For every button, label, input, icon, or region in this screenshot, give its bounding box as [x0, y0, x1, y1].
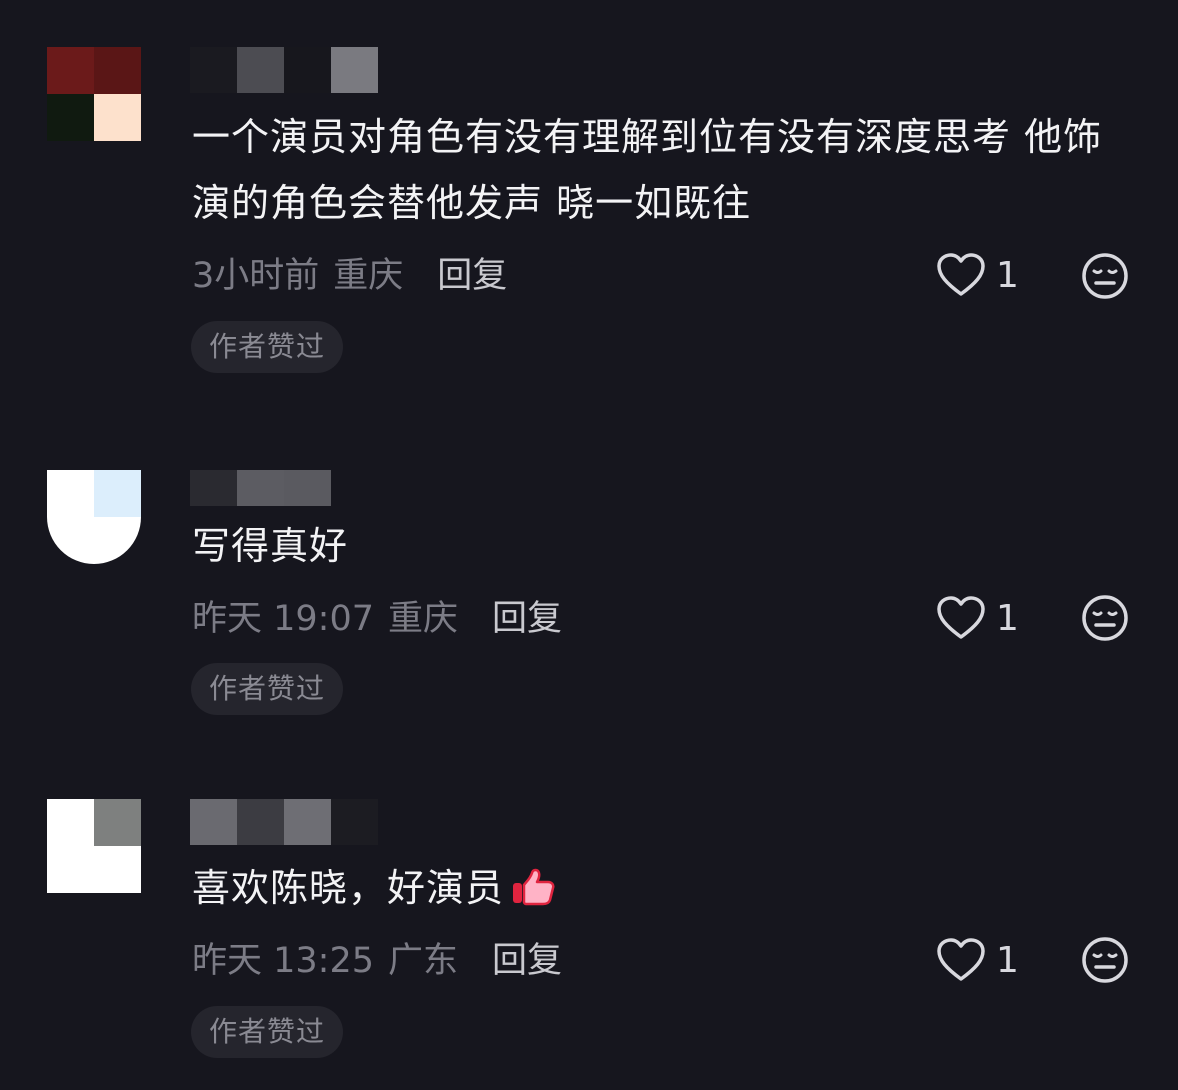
reply-button[interactable]: 回复 — [492, 932, 562, 983]
comment-region: 重庆 — [333, 255, 404, 296]
username-pixelated[interactable] — [190, 470, 331, 506]
heart-outline-icon — [937, 596, 985, 639]
like-button[interactable]: 1 — [936, 251, 1019, 299]
avatar[interactable] — [47, 47, 141, 141]
username-pixelated[interactable] — [190, 799, 378, 845]
comment-meta: 3小时前 重庆 回复 — [192, 248, 507, 296]
meh-face-icon[interactable] — [1080, 935, 1130, 985]
meh-face-icon[interactable] — [1080, 251, 1130, 301]
like-count: 1 — [996, 254, 1019, 296]
comment-time: 昨天 19:07 — [192, 598, 374, 639]
meh-face-icon[interactable] — [1080, 593, 1130, 643]
thumbs-up-icon — [513, 868, 555, 906]
like-button[interactable]: 1 — [936, 936, 1019, 984]
comment-meta: 昨天 19:07 重庆 回复 — [192, 591, 562, 639]
comment-region: 广东 — [388, 940, 459, 981]
comment-time: 3小时前 — [192, 255, 320, 296]
comment-time: 昨天 13:25 — [192, 940, 374, 981]
like-count: 1 — [996, 597, 1019, 639]
heart-outline-icon — [937, 938, 985, 981]
comment-meta: 昨天 13:25 广东 回复 — [192, 933, 562, 981]
reply-button[interactable]: 回复 — [437, 247, 507, 298]
author-liked-badge: 作者赞过 — [191, 663, 344, 715]
like-button[interactable]: 1 — [936, 594, 1019, 642]
comment-region: 重庆 — [388, 598, 459, 639]
author-liked-badge: 作者赞过 — [191, 1006, 344, 1058]
avatar[interactable] — [47, 799, 141, 893]
like-count: 1 — [996, 939, 1019, 981]
username-pixelated[interactable] — [190, 47, 378, 93]
heart-outline-icon — [937, 253, 985, 296]
comment-text: 写得真好 — [192, 524, 349, 568]
comment-text: 喜欢陈晓，好演员 — [192, 855, 1132, 921]
comment-text: 一个演员对角色有没有理解到位有没有深度思考 他饰演的角色会替他发声 晓一如既往 — [192, 115, 1103, 225]
comment-text-content: 喜欢陈晓，好演员 — [192, 866, 505, 910]
avatar[interactable] — [47, 470, 141, 564]
author-liked-badge: 作者赞过 — [191, 321, 344, 373]
reply-button[interactable]: 回复 — [492, 590, 562, 641]
